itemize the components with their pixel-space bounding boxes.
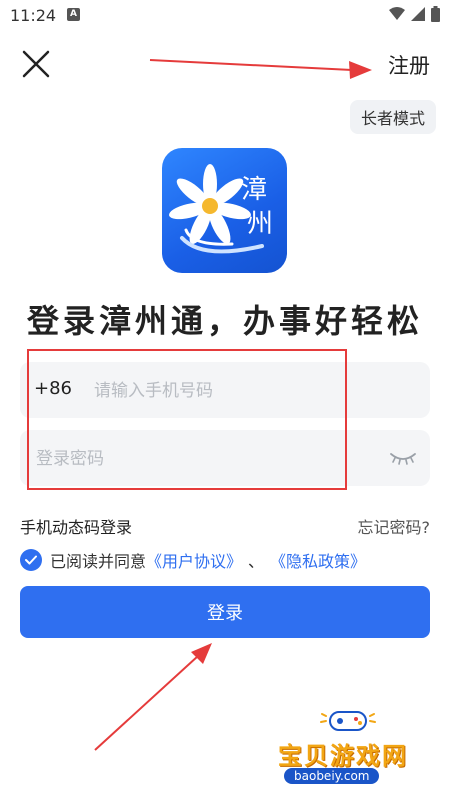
sms-login-link[interactable]: 手机动态码登录	[20, 514, 132, 538]
password-field	[20, 430, 430, 486]
close-icon[interactable]	[18, 46, 54, 82]
arrow-to-register	[149, 59, 372, 79]
password-input[interactable]	[34, 438, 378, 480]
logo-text-1: 漳	[241, 175, 267, 205]
privacy-policy-link[interactable]: 《隐私政策》	[270, 548, 366, 572]
signal-icon	[411, 7, 425, 21]
country-code-selector[interactable]: +86	[34, 378, 72, 399]
register-button[interactable]: 注册	[388, 50, 430, 80]
elder-mode-button[interactable]: 长者模式	[350, 100, 436, 134]
battery-icon	[431, 6, 440, 22]
wifi-icon	[389, 7, 405, 20]
logo-text-2: 州	[247, 209, 273, 239]
arrow-to-login	[94, 643, 212, 751]
checkmark-icon	[25, 555, 37, 565]
phone-field: +86	[20, 362, 430, 418]
agreement-checkbox[interactable]	[20, 549, 42, 571]
status-time: 11:24	[10, 6, 57, 25]
eye-closed-icon[interactable]	[388, 450, 418, 466]
login-button[interactable]: 登录	[20, 586, 430, 638]
notification-icon: A	[67, 8, 80, 21]
slogan-heading: 登录漳州通，办事好轻松	[26, 302, 423, 340]
forgot-password-link[interactable]: 忘记密码?	[358, 514, 431, 538]
status-bar: 11:24 A	[0, 0, 450, 32]
watermark-logo: 宝贝游戏网 baobeiy.com	[270, 706, 440, 796]
agreement-prefix: 已阅读并同意	[50, 552, 147, 571]
watermark-url: baobeiy.com	[284, 768, 380, 784]
status-icons	[389, 6, 440, 22]
agreement-row: 已阅读并同意 《用户协议》 、 《隐私政策》	[20, 548, 366, 572]
watermark-name: 宝贝游戏网	[278, 742, 408, 770]
app-logo: 漳 州	[162, 148, 287, 273]
agreement-separator: 、	[248, 552, 265, 571]
gamepad-icon	[320, 711, 376, 731]
user-agreement-link[interactable]: 《用户协议》	[146, 548, 242, 572]
flower-logo-icon: 漳 州	[169, 164, 273, 254]
phone-input[interactable]	[92, 370, 416, 412]
